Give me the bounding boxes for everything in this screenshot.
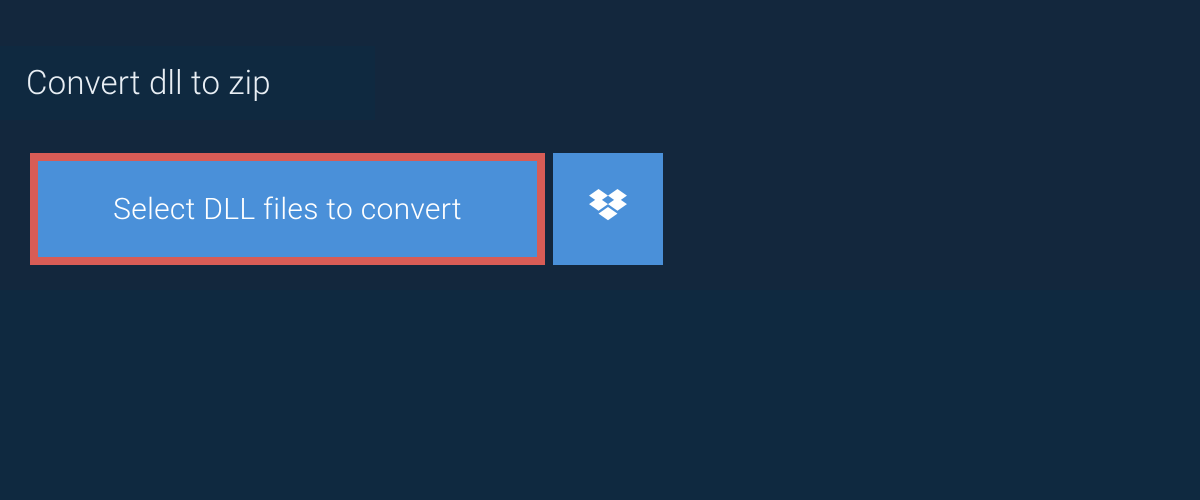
upload-button-row: Select DLL files to convert: [30, 153, 663, 265]
select-files-label: Select DLL files to convert: [113, 192, 462, 227]
select-files-button[interactable]: Select DLL files to convert: [30, 153, 545, 265]
active-tab[interactable]: Convert dll to zip: [0, 46, 375, 120]
tab-title: Convert dll to zip: [26, 64, 271, 103]
dropbox-icon: [589, 189, 627, 229]
dropbox-upload-button[interactable]: [553, 153, 663, 265]
